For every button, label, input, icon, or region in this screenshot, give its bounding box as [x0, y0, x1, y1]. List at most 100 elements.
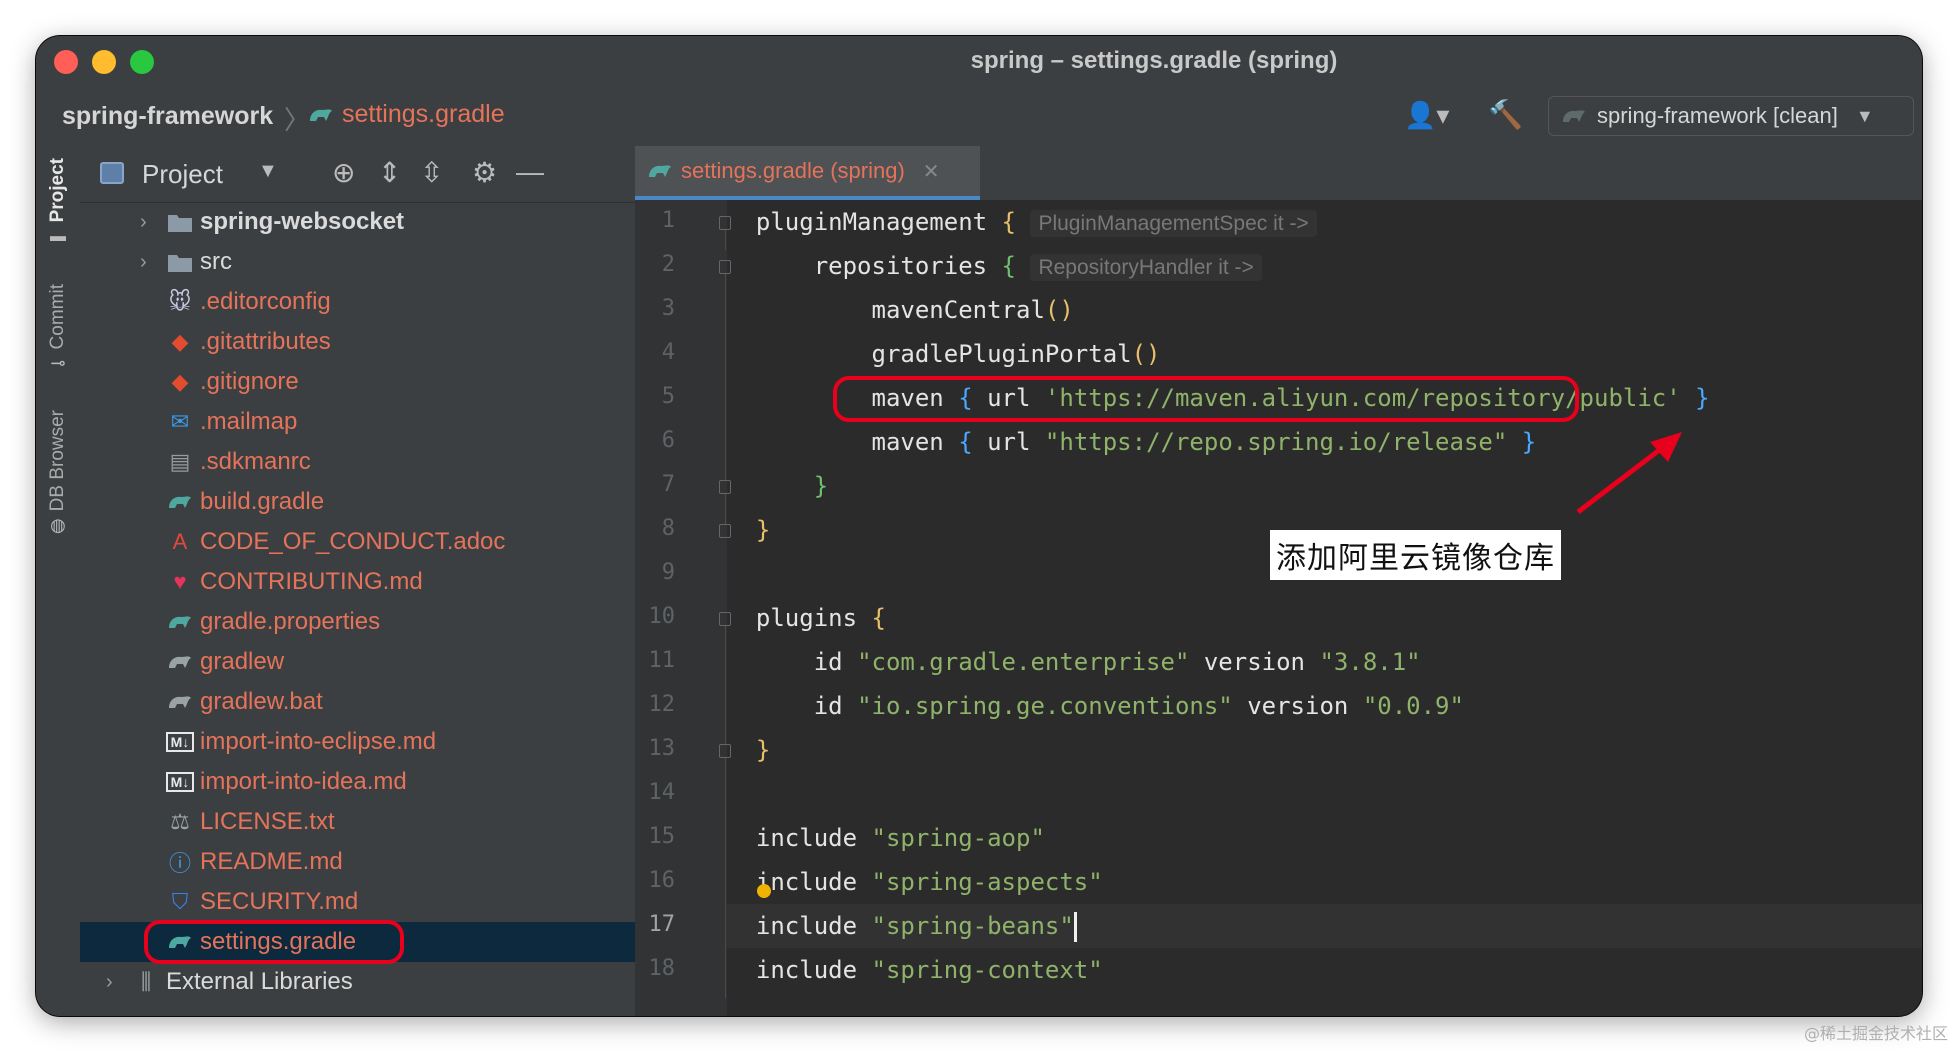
- code-string: "com.gradle.enterprise": [857, 648, 1190, 676]
- line-number-gutter: 1 2 3 4 5 6 7 8 9 10 11 12 13 14 15 16 1…: [635, 200, 731, 1016]
- navigation-bar: spring-framework 〉 settings.gradle 👤▾ 🔨 …: [36, 86, 1922, 147]
- breadcrumb-project[interactable]: spring-framework: [62, 102, 273, 131]
- line-number: 16: [648, 868, 676, 893]
- breadcrumb-file[interactable]: settings.gradle: [308, 100, 505, 129]
- chevron-right-icon[interactable]: ›: [140, 211, 147, 234]
- code-line: repositories { RepositoryHandler it ->: [727, 244, 1922, 288]
- line-number: 7: [661, 472, 675, 497]
- code-token: id: [813, 692, 843, 720]
- fold-guide: [725, 230, 726, 250]
- line-number: 18: [648, 956, 676, 981]
- tree-item[interactable]: ◆ .gitattributes: [80, 322, 635, 362]
- tree-item-label: CONTRIBUTING.md: [200, 568, 423, 595]
- code-line: gradlePluginPortal(): [727, 332, 1922, 376]
- gradle-icon: [166, 608, 194, 636]
- line-number: 3: [661, 296, 675, 321]
- folder-icon: [166, 208, 194, 236]
- tree-item[interactable]: ⓘ README.md: [80, 842, 635, 882]
- markdown-icon: M↓: [166, 772, 194, 792]
- text-cursor: [1073, 912, 1077, 942]
- git-icon: ◆: [171, 369, 189, 394]
- tree-item[interactable]: A CODE_OF_CONDUCT.adoc: [80, 522, 635, 562]
- code-string: "spring-context": [871, 956, 1103, 984]
- chevron-right-icon[interactable]: ›: [106, 971, 113, 994]
- user-icon[interactable]: 👤▾: [1404, 100, 1449, 131]
- run-configuration-select[interactable]: spring-framework [clean] ▼: [1548, 96, 1914, 136]
- line-number: 8: [661, 516, 675, 541]
- line-number: 10: [648, 604, 676, 629]
- chevron-down-icon: ▼: [1855, 105, 1874, 126]
- tree-item-label: CODE_OF_CONDUCT.adoc: [200, 528, 506, 555]
- tree-item-label: .mailmap: [200, 408, 298, 435]
- chevron-down-icon[interactable]: ▼: [258, 160, 278, 183]
- hide-panel-icon[interactable]: —: [516, 156, 544, 188]
- breadcrumb-file-label: settings.gradle: [342, 100, 505, 128]
- code-brace: (): [1131, 340, 1161, 368]
- tree-item[interactable]: › src: [80, 242, 635, 282]
- line-number: 15: [648, 824, 676, 849]
- tree-item[interactable]: build.gradle: [80, 482, 635, 522]
- code-token: repositories: [813, 252, 988, 280]
- tree-item[interactable]: › spring-websocket: [80, 202, 635, 242]
- tab-commit[interactable]: Commit ⊸: [36, 284, 80, 374]
- tree-item[interactable]: gradle.properties: [80, 602, 635, 642]
- database-icon: ◍: [50, 515, 66, 536]
- tree-item-label: External Libraries: [166, 968, 353, 995]
- lightbulb-icon[interactable]: [757, 884, 771, 898]
- expand-all-icon[interactable]: ⇕: [378, 156, 401, 189]
- tree-item[interactable]: 🐭 .editorconfig: [80, 282, 635, 322]
- tree-item[interactable]: M↓ import-into-idea.md: [80, 762, 635, 802]
- code-brace: {: [958, 428, 973, 456]
- tree-item[interactable]: gradlew: [80, 642, 635, 682]
- locate-icon[interactable]: ⊕: [332, 156, 355, 189]
- tree-item-label: gradlew.bat: [200, 688, 323, 715]
- tree-item-label: LICENSE.txt: [200, 808, 335, 835]
- code-line: pluginManagement { PluginManagementSpec …: [727, 200, 1922, 244]
- gradle-icon: [649, 165, 671, 177]
- tree-item[interactable]: ⚖ LICENSE.txt: [80, 802, 635, 842]
- chevron-right-icon[interactable]: ›: [140, 251, 147, 274]
- build-hammer-icon[interactable]: 🔨: [1488, 98, 1523, 131]
- tree-item-label: .editorconfig: [200, 288, 331, 315]
- tab-settings-gradle[interactable]: settings.gradle (spring) ✕: [635, 146, 980, 200]
- line-number: 4: [661, 340, 675, 365]
- tree-item[interactable]: M↓ import-into-eclipse.md: [80, 722, 635, 762]
- tree-item-selected[interactable]: settings.gradle: [80, 920, 635, 964]
- tree-item[interactable]: › ⫼ External Libraries: [80, 962, 635, 1002]
- project-panel: Project ▼ ⊕ ⇕ ⇳ ⚙ — › spring-websocket ›…: [80, 146, 635, 1016]
- tree-item[interactable]: ◆ .gitignore: [80, 362, 635, 402]
- heart-icon: ♥: [173, 569, 187, 594]
- gradle-icon: [310, 108, 332, 121]
- code-line: id "com.gradle.enterprise" version "3.8.…: [727, 640, 1922, 684]
- code-line: plugins {: [727, 596, 1922, 640]
- gear-icon[interactable]: ⚙: [472, 156, 497, 189]
- code-line: maven { url "https://repo.spring.io/rele…: [727, 420, 1922, 464]
- tab-project[interactable]: Project ▬: [36, 158, 80, 246]
- line-number: 11: [648, 648, 676, 673]
- code-token: url: [987, 428, 1031, 456]
- project-panel-title[interactable]: Project: [142, 159, 223, 190]
- tree-item[interactable]: ⛉ SECURITY.md: [80, 882, 635, 922]
- tab-db-browser[interactable]: DB Browser ◍: [36, 410, 80, 536]
- code-string: "spring-aop": [871, 824, 1045, 852]
- line-number: 14: [648, 780, 676, 805]
- run-configuration-label: spring-framework [clean]: [1597, 103, 1838, 128]
- tree-item[interactable]: ▤ .sdkmanrc: [80, 442, 635, 482]
- code-brace: }: [1695, 384, 1710, 412]
- code-string: "io.spring.ge.conventions": [857, 692, 1233, 720]
- close-icon[interactable]: ✕: [923, 159, 940, 184]
- annotation-arrow-icon: [1576, 432, 1682, 514]
- code-line-current: include "spring-beans": [727, 904, 1922, 948]
- code-area[interactable]: pluginManagement { PluginManagementSpec …: [727, 200, 1922, 1016]
- collapse-all-icon[interactable]: ⇳: [420, 156, 443, 189]
- tree-item[interactable]: gradlew.bat: [80, 682, 635, 722]
- code-token: include: [755, 868, 858, 896]
- code-brace: }: [1521, 428, 1537, 456]
- license-icon: ⚖: [170, 809, 190, 834]
- highlight-box: [144, 920, 404, 964]
- tree-item[interactable]: ✉ .mailmap: [80, 402, 635, 442]
- tree-item-label: .gitattributes: [200, 328, 331, 355]
- tree-item[interactable]: ♥ CONTRIBUTING.md: [80, 562, 635, 602]
- code-token: pluginManagement: [755, 208, 988, 236]
- project-panel-header: Project ▼ ⊕ ⇕ ⇳ ⚙ —: [80, 146, 635, 203]
